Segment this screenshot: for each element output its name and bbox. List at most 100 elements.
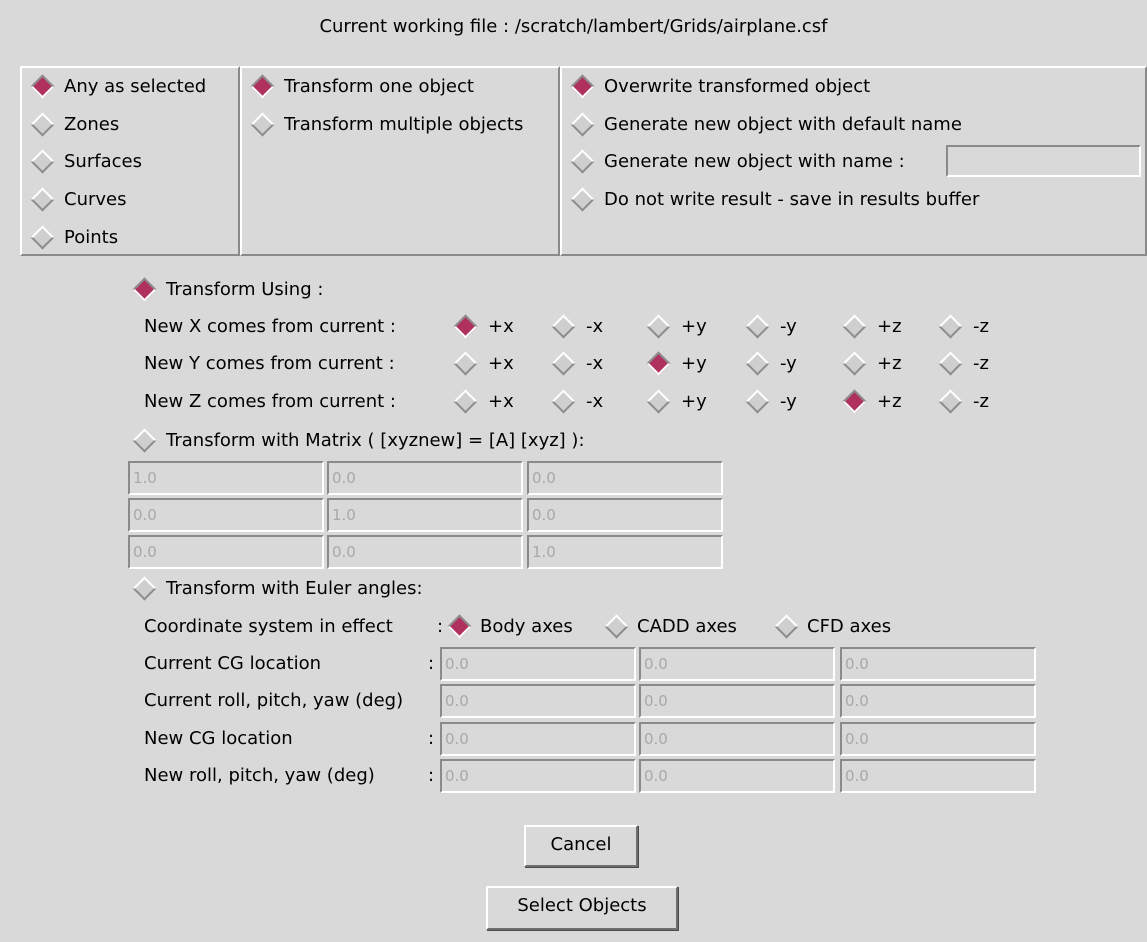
radio-diamond-icon (551, 351, 576, 376)
new-x-option-minus-x[interactable]: -x (549, 314, 603, 339)
current-roll-field[interactable]: 0.0 (440, 684, 636, 718)
new-x-option-minus-z[interactable]: -z (936, 314, 989, 339)
new-z-option-plusminus-x[interactable]: +x (451, 389, 514, 414)
new-yaw-field[interactable]: 0.0 (840, 759, 1036, 793)
new-y-option-plusminus-y[interactable]: +y (644, 351, 707, 376)
current-pitch-field[interactable]: 0.0 (639, 684, 835, 718)
radio-transform-matrix[interactable]: Transform with Matrix ( [xyznew] = [A] [… (128, 428, 585, 453)
new-z-option-minus-x[interactable]: -x (549, 389, 604, 414)
matrix-a22-field[interactable]: 1.0 (327, 498, 523, 532)
radio-diamond-icon (30, 112, 55, 137)
radio-label: -z (973, 391, 989, 412)
radio-diamond-icon (570, 112, 595, 137)
matrix-a33-field[interactable]: 1.0 (527, 535, 723, 569)
radio-surfaces[interactable]: Surfaces (26, 149, 142, 174)
current-cg-y-field[interactable]: 0.0 (639, 647, 835, 681)
radio-custom-name[interactable]: Generate new object with name : (566, 149, 905, 174)
radio-diamond-icon (938, 314, 963, 339)
radio-diamond-icon (646, 314, 671, 339)
radio-points[interactable]: Points (26, 225, 119, 250)
radio-diamond-icon (842, 389, 867, 414)
radio-label: -z (973, 316, 989, 337)
radio-label: Points (64, 227, 119, 248)
radio-diamond-icon (250, 112, 275, 137)
radio-label: +x (488, 391, 514, 412)
radio-label: CFD axes (807, 616, 892, 637)
radio-diamond-icon (938, 351, 963, 376)
new-x-option-plusminus-y[interactable]: +y (644, 314, 707, 339)
new-x-option-plusminus-x[interactable]: +x (451, 314, 514, 339)
radio-label: Surfaces (64, 151, 142, 172)
transform-count-group: Transform one object Transform multiple … (240, 66, 560, 256)
matrix-a11-field[interactable]: 1.0 (128, 461, 324, 495)
new-x-option-minus-y[interactable]: -y (743, 314, 797, 339)
new-x-option-plusminus-z[interactable]: +z (840, 314, 902, 339)
radio-curves[interactable]: Curves (26, 187, 126, 212)
radio-cadd-axes[interactable]: CADD axes (602, 614, 737, 639)
matrix-a32-field[interactable]: 0.0 (327, 535, 523, 569)
new-cg-z-field[interactable]: 0.0 (840, 722, 1036, 756)
radio-label: Zones (64, 114, 120, 135)
row-colon: : (428, 728, 435, 749)
new-y-option-minus-y[interactable]: -y (743, 351, 797, 376)
radio-label: +y (681, 316, 707, 337)
current-cg-x-field[interactable]: 0.0 (440, 647, 636, 681)
new-cg-label: New CG location (144, 728, 293, 749)
radio-diamond-icon (132, 576, 157, 601)
radio-transform-multiple[interactable]: Transform multiple objects (246, 112, 523, 137)
object-type-group: Any as selected Zones Surfaces Curves Po… (20, 66, 240, 256)
radio-diamond-icon (30, 225, 55, 250)
radio-label: Transform one object (284, 76, 474, 97)
radio-body-axes[interactable]: Body axes (445, 614, 573, 639)
radio-diamond-icon (570, 149, 595, 174)
radio-diamond-icon (250, 74, 275, 99)
new-z-label: New Z comes from current : (144, 391, 396, 412)
radio-diamond-icon (604, 614, 629, 639)
radio-any-as-selected[interactable]: Any as selected (26, 74, 207, 99)
new-z-option-minus-y[interactable]: -y (743, 389, 797, 414)
new-z-option-plusminus-y[interactable]: +y (644, 389, 707, 414)
radio-label: +z (877, 391, 902, 412)
new-y-option-plusminus-z[interactable]: +z (840, 351, 902, 376)
radio-diamond-icon (30, 74, 55, 99)
new-y-option-minus-z[interactable]: -z (936, 351, 989, 376)
radio-label: Transform with Matrix ( [xyznew] = [A] [… (166, 430, 585, 451)
radio-diamond-icon (938, 389, 963, 414)
new-cg-x-field[interactable]: 0.0 (440, 722, 636, 756)
new-x-label: New X comes from current : (144, 316, 396, 337)
cancel-button[interactable]: Cancel (524, 825, 638, 867)
current-yaw-field[interactable]: 0.0 (840, 684, 1036, 718)
new-y-option-plusminus-x[interactable]: +x (451, 351, 514, 376)
new-z-option-minus-z[interactable]: -z (936, 389, 989, 414)
new-pitch-field[interactable]: 0.0 (639, 759, 835, 793)
radio-transform-one[interactable]: Transform one object (246, 74, 474, 99)
radio-overwrite[interactable]: Overwrite transformed object (566, 74, 870, 99)
radio-label: -x (586, 391, 604, 412)
new-z-option-plusminus-z[interactable]: +z (840, 389, 902, 414)
select-objects-button[interactable]: Select Objects (486, 886, 678, 930)
radio-label: -z (973, 353, 989, 374)
radio-zones[interactable]: Zones (26, 112, 120, 137)
current-rpy-label: Current roll, pitch, yaw (deg) (144, 690, 404, 711)
matrix-a13-field[interactable]: 0.0 (527, 461, 723, 495)
new-y-option-minus-x[interactable]: -x (549, 351, 603, 376)
new-object-name-input[interactable] (946, 145, 1141, 177)
radio-diamond-icon (30, 149, 55, 174)
radio-label: Any as selected (64, 76, 207, 97)
radio-transform-using[interactable]: Transform Using : (128, 277, 323, 302)
new-roll-field[interactable]: 0.0 (440, 759, 636, 793)
current-cg-z-field[interactable]: 0.0 (840, 647, 1036, 681)
radio-label: Do not write result - save in results bu… (604, 189, 980, 210)
radio-results-buffer[interactable]: Do not write result - save in results bu… (566, 187, 980, 212)
matrix-a12-field[interactable]: 0.0 (327, 461, 523, 495)
matrix-a23-field[interactable]: 0.0 (527, 498, 723, 532)
radio-default-name[interactable]: Generate new object with default name (566, 112, 962, 137)
radio-label: +x (488, 316, 514, 337)
radio-transform-euler[interactable]: Transform with Euler angles: (128, 576, 423, 601)
matrix-a21-field[interactable]: 0.0 (128, 498, 324, 532)
radio-cfd-axes[interactable]: CFD axes (772, 614, 892, 639)
radio-label: -y (780, 391, 797, 412)
radio-diamond-icon (570, 187, 595, 212)
matrix-a31-field[interactable]: 0.0 (128, 535, 324, 569)
new-cg-y-field[interactable]: 0.0 (639, 722, 835, 756)
